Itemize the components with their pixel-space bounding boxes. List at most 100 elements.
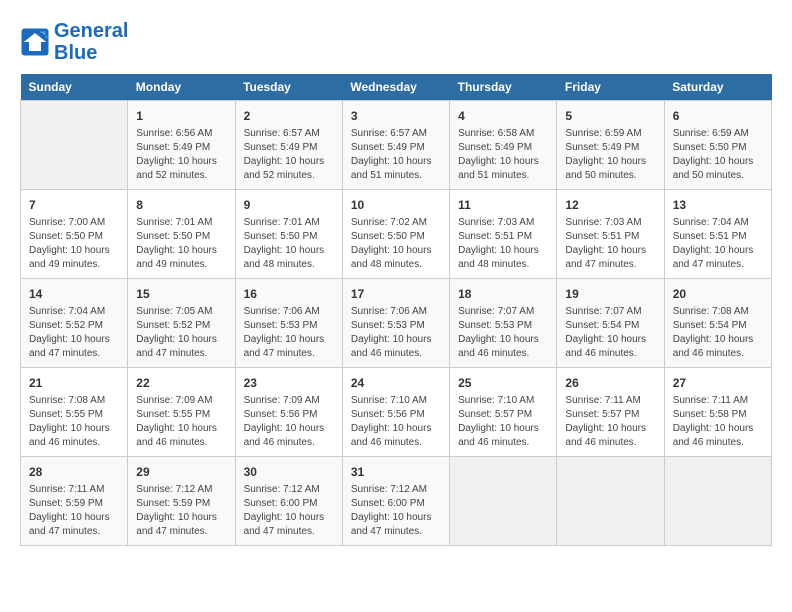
- calendar-cell: 20 Sunrise: 7:08 AM Sunset: 5:54 PM Dayli…: [664, 279, 771, 368]
- calendar-cell: 6 Sunrise: 6:59 AM Sunset: 5:50 PM Daylig…: [664, 101, 771, 190]
- calendar-week: 21 Sunrise: 7:08 AM Sunset: 5:55 PM Dayli…: [21, 368, 772, 457]
- day-info: Sunrise: 7:07 AM Sunset: 5:53 PM Dayligh…: [458, 305, 548, 361]
- day-info: Sunrise: 7:10 AM Sunset: 5:56 PM Dayligh…: [351, 394, 441, 450]
- calendar-cell: 23 Sunrise: 7:09 AM Sunset: 5:56 PM Dayli…: [235, 368, 342, 457]
- day-info: Sunrise: 7:12 AM Sunset: 6:00 PM Dayligh…: [351, 483, 441, 539]
- day-info: Sunrise: 7:00 AM Sunset: 5:50 PM Dayligh…: [29, 216, 119, 272]
- day-info: Sunrise: 7:01 AM Sunset: 5:50 PM Dayligh…: [136, 216, 226, 272]
- day-number: 10: [351, 196, 441, 214]
- calendar-cell: 27 Sunrise: 7:11 AM Sunset: 5:58 PM Dayli…: [664, 368, 771, 457]
- day-info: Sunrise: 6:57 AM Sunset: 5:49 PM Dayligh…: [244, 127, 334, 183]
- day-number: 17: [351, 285, 441, 303]
- day-info: Sunrise: 7:09 AM Sunset: 5:55 PM Dayligh…: [136, 394, 226, 450]
- day-number: 16: [244, 285, 334, 303]
- calendar-cell: 5Sunrise: 6:59 AM Sunset: 5:49 PM Daylig…: [557, 101, 664, 190]
- calendar-cell: 22Sunrise: 7:09 AM Sunset: 5:55 PM Dayli…: [128, 368, 235, 457]
- calendar-cell: 7Sunrise: 7:00 AM Sunset: 5:50 PM Daylig…: [21, 190, 128, 279]
- calendar-cell: 3 Sunrise: 6:57 AM Sunset: 5:49 PM Daylig…: [342, 101, 449, 190]
- day-info: Sunrise: 7:06 AM Sunset: 5:53 PM Dayligh…: [351, 305, 441, 361]
- calendar-week: 28Sunrise: 7:11 AM Sunset: 5:59 PM Dayli…: [21, 457, 772, 546]
- day-info: Sunrise: 6:57 AM Sunset: 5:49 PM Dayligh…: [351, 127, 441, 183]
- day-info: Sunrise: 7:10 AM Sunset: 5:57 PM Dayligh…: [458, 394, 548, 450]
- calendar-cell: 13 Sunrise: 7:04 AM Sunset: 5:51 PM Dayli…: [664, 190, 771, 279]
- day-number: 26: [565, 374, 655, 392]
- day-info: Sunrise: 7:05 AM Sunset: 5:52 PM Dayligh…: [136, 305, 226, 361]
- calendar-cell: 28Sunrise: 7:11 AM Sunset: 5:59 PM Dayli…: [21, 457, 128, 546]
- weekday-header: Monday: [128, 74, 235, 101]
- day-info: Sunrise: 7:11 AM Sunset: 5:58 PM Dayligh…: [673, 394, 763, 450]
- day-number: 6: [673, 107, 763, 125]
- weekday-header: Sunday: [21, 74, 128, 101]
- calendar-cell: 24 Sunrise: 7:10 AM Sunset: 5:56 PM Dayli…: [342, 368, 449, 457]
- day-number: 27: [673, 374, 763, 392]
- day-info: Sunrise: 7:12 AM Sunset: 5:59 PM Dayligh…: [136, 483, 226, 539]
- calendar-cell: 19Sunrise: 7:07 AM Sunset: 5:54 PM Dayli…: [557, 279, 664, 368]
- calendar-cell: [557, 457, 664, 546]
- day-number: 18: [458, 285, 548, 303]
- calendar-cell: 17 Sunrise: 7:06 AM Sunset: 5:53 PM Dayli…: [342, 279, 449, 368]
- day-number: 3: [351, 107, 441, 125]
- day-info: Sunrise: 7:03 AM Sunset: 5:51 PM Dayligh…: [565, 216, 655, 272]
- logo-text: General Blue: [54, 20, 128, 64]
- logo: General Blue: [20, 20, 128, 64]
- day-number: 30: [244, 463, 334, 481]
- calendar-cell: 8 Sunrise: 7:01 AM Sunset: 5:50 PM Daylig…: [128, 190, 235, 279]
- day-number: 23: [244, 374, 334, 392]
- day-info: Sunrise: 7:12 AM Sunset: 6:00 PM Dayligh…: [244, 483, 334, 539]
- calendar-cell: 9 Sunrise: 7:01 AM Sunset: 5:50 PM Daylig…: [235, 190, 342, 279]
- day-number: 24: [351, 374, 441, 392]
- page-header: General Blue: [20, 20, 772, 64]
- calendar-cell: 31 Sunrise: 7:12 AM Sunset: 6:00 PM Dayli…: [342, 457, 449, 546]
- day-info: Sunrise: 7:06 AM Sunset: 5:53 PM Dayligh…: [244, 305, 334, 361]
- day-info: Sunrise: 7:11 AM Sunset: 5:57 PM Dayligh…: [565, 394, 655, 450]
- day-info: Sunrise: 6:59 AM Sunset: 5:49 PM Dayligh…: [565, 127, 655, 183]
- day-number: 8: [136, 196, 226, 214]
- calendar-header: SundayMondayTuesdayWednesdayThursdayFrid…: [21, 74, 772, 101]
- weekday-header: Wednesday: [342, 74, 449, 101]
- calendar-cell: [664, 457, 771, 546]
- calendar-cell: 16 Sunrise: 7:06 AM Sunset: 5:53 PM Dayli…: [235, 279, 342, 368]
- day-info: Sunrise: 7:09 AM Sunset: 5:56 PM Dayligh…: [244, 394, 334, 450]
- calendar-cell: [450, 457, 557, 546]
- calendar-cell: 25Sunrise: 7:10 AM Sunset: 5:57 PM Dayli…: [450, 368, 557, 457]
- calendar-cell: 2 Sunrise: 6:57 AM Sunset: 5:49 PM Daylig…: [235, 101, 342, 190]
- day-number: 13: [673, 196, 763, 214]
- day-number: 21: [29, 374, 119, 392]
- day-info: Sunrise: 7:03 AM Sunset: 5:51 PM Dayligh…: [458, 216, 548, 272]
- day-number: 9: [244, 196, 334, 214]
- day-number: 11: [458, 196, 548, 214]
- calendar-cell: [21, 101, 128, 190]
- calendar-table: SundayMondayTuesdayWednesdayThursdayFrid…: [20, 74, 772, 546]
- logo-icon: [20, 27, 50, 57]
- day-number: 12: [565, 196, 655, 214]
- day-number: 1: [136, 107, 226, 125]
- day-number: 29: [136, 463, 226, 481]
- day-number: 2: [244, 107, 334, 125]
- day-number: 15: [136, 285, 226, 303]
- day-info: Sunrise: 7:04 AM Sunset: 5:52 PM Dayligh…: [29, 305, 119, 361]
- day-info: Sunrise: 7:01 AM Sunset: 5:50 PM Dayligh…: [244, 216, 334, 272]
- calendar-cell: 21 Sunrise: 7:08 AM Sunset: 5:55 PM Dayli…: [21, 368, 128, 457]
- day-info: Sunrise: 6:56 AM Sunset: 5:49 PM Dayligh…: [136, 127, 226, 183]
- day-info: Sunrise: 7:08 AM Sunset: 5:54 PM Dayligh…: [673, 305, 763, 361]
- day-number: 19: [565, 285, 655, 303]
- calendar-cell: 14 Sunrise: 7:04 AM Sunset: 5:52 PM Dayli…: [21, 279, 128, 368]
- day-number: 31: [351, 463, 441, 481]
- calendar-cell: 10Sunrise: 7:02 AM Sunset: 5:50 PM Dayli…: [342, 190, 449, 279]
- calendar-week: 7Sunrise: 7:00 AM Sunset: 5:50 PM Daylig…: [21, 190, 772, 279]
- calendar-cell: 12 Sunrise: 7:03 AM Sunset: 5:51 PM Dayli…: [557, 190, 664, 279]
- weekday-header: Thursday: [450, 74, 557, 101]
- weekday-header: Saturday: [664, 74, 771, 101]
- weekday-header: Friday: [557, 74, 664, 101]
- calendar-cell: 18 Sunrise: 7:07 AM Sunset: 5:53 PM Dayli…: [450, 279, 557, 368]
- day-number: 20: [673, 285, 763, 303]
- calendar-week: 1 Sunrise: 6:56 AM Sunset: 5:49 PM Daylig…: [21, 101, 772, 190]
- day-info: Sunrise: 7:04 AM Sunset: 5:51 PM Dayligh…: [673, 216, 763, 272]
- day-info: Sunrise: 7:11 AM Sunset: 5:59 PM Dayligh…: [29, 483, 119, 539]
- day-number: 14: [29, 285, 119, 303]
- day-info: Sunrise: 7:08 AM Sunset: 5:55 PM Dayligh…: [29, 394, 119, 450]
- calendar-cell: 4Sunrise: 6:58 AM Sunset: 5:49 PM Daylig…: [450, 101, 557, 190]
- day-info: Sunrise: 6:59 AM Sunset: 5:50 PM Dayligh…: [673, 127, 763, 183]
- calendar-cell: 1 Sunrise: 6:56 AM Sunset: 5:49 PM Daylig…: [128, 101, 235, 190]
- calendar-cell: 29 Sunrise: 7:12 AM Sunset: 5:59 PM Dayli…: [128, 457, 235, 546]
